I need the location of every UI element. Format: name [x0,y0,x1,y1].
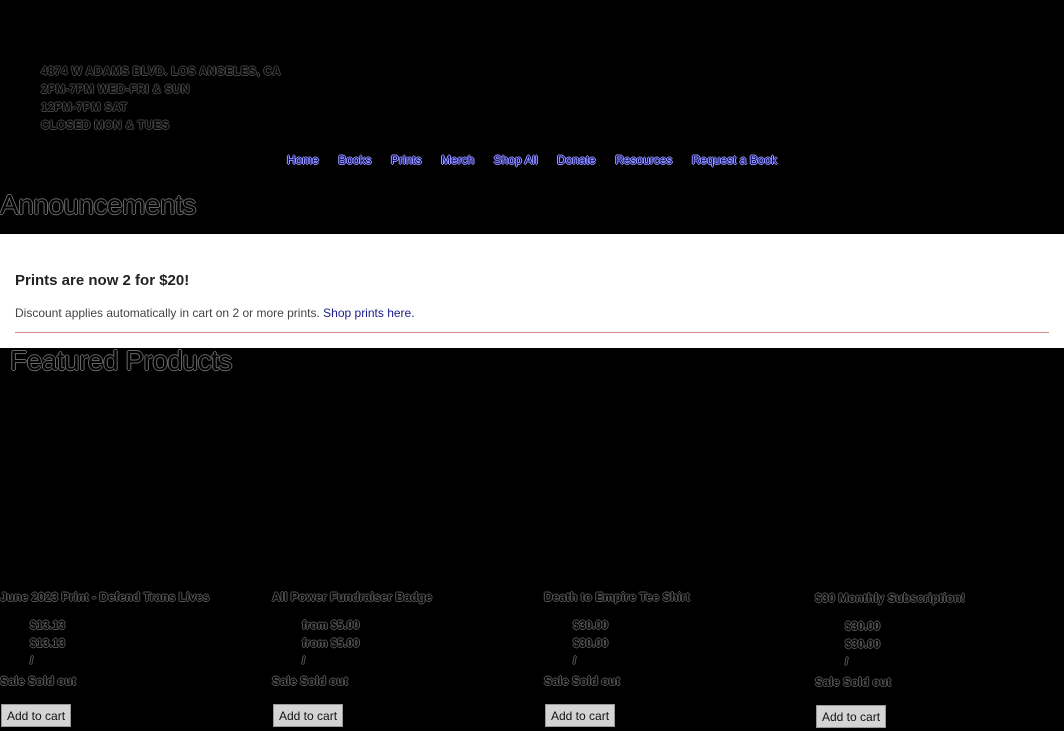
nav-books[interactable]: Books [338,153,371,167]
nav-merch[interactable]: Merch [441,153,474,167]
announcement-body: Discount applies automatically in cart o… [15,306,320,320]
product-title[interactable]: June 2023 Print - Defend Trans Lives [0,590,209,604]
nav-resources[interactable]: Resources [615,153,672,167]
nav-donate[interactable]: Donate [557,153,596,167]
product-price: $30.00 [845,621,881,633]
product-title[interactable]: All Power Fundraiser Badge [272,590,432,604]
store-hours-3: CLOSED MON & TUES [41,120,170,132]
sale-badge: Sale Sold out [272,674,349,688]
product-price: from $5.00 [302,620,360,632]
featured-products-heading: Featured Products [10,345,232,376]
product-sale-price: from $5.00 [302,638,360,650]
sale-badge: Sale Sold out [0,674,77,688]
product-sale-price: $13.13 [30,638,66,650]
nav-request-a-book[interactable]: Request a Book [692,153,777,167]
add-to-cart-button[interactable]: Add to cart [273,704,344,727]
add-to-cart-button[interactable]: Add to cart [816,705,887,728]
price-separator: / [573,655,577,667]
price-separator: / [30,655,34,667]
nav-shop-all[interactable]: Shop All [494,153,538,167]
product-title[interactable]: $30 Monthly Subscription! [815,591,965,605]
nav-prints[interactable]: Prints [391,153,422,167]
store-address: 4874 W ADAMS BLVD. LOS ANGELES, CA [41,66,281,78]
price-separator: / [845,656,849,668]
nav-home[interactable]: Home [287,153,319,167]
product-sale-price: $30.00 [573,638,609,650]
announcement-box: Prints are now 2 for $20! Discount appli… [0,234,1064,348]
store-hours-1: 2PM-7PM WED-FRI & SUN [41,84,190,96]
divider [15,332,1049,333]
add-to-cart-button[interactable]: Add to cart [1,704,72,727]
announcements-heading: Announcements [0,189,196,220]
announcement-text: Discount applies automatically in cart o… [15,306,415,320]
product-sale-price: $30.00 [845,639,881,651]
main-nav: Home Books Prints Merch Shop All Donate … [0,153,1064,167]
add-to-cart-button[interactable]: Add to cart [545,704,616,727]
sale-badge: Sale Sold out [815,675,892,689]
product-price: $13.13 [30,620,66,632]
product-price: $30.00 [573,620,609,632]
product-title[interactable]: Death to Empire Tee Shirt [544,590,690,604]
shop-prints-link[interactable]: Shop prints here. [323,306,414,320]
announcement-title: Prints are now 2 for $20! [15,272,190,289]
store-hours-2: 12PM-7PM SAT [41,102,128,114]
sale-badge: Sale Sold out [544,674,621,688]
price-separator: / [302,655,306,667]
store-info: 4874 W ADAMS BLVD. LOS ANGELES, CA 2PM-7… [41,63,281,135]
